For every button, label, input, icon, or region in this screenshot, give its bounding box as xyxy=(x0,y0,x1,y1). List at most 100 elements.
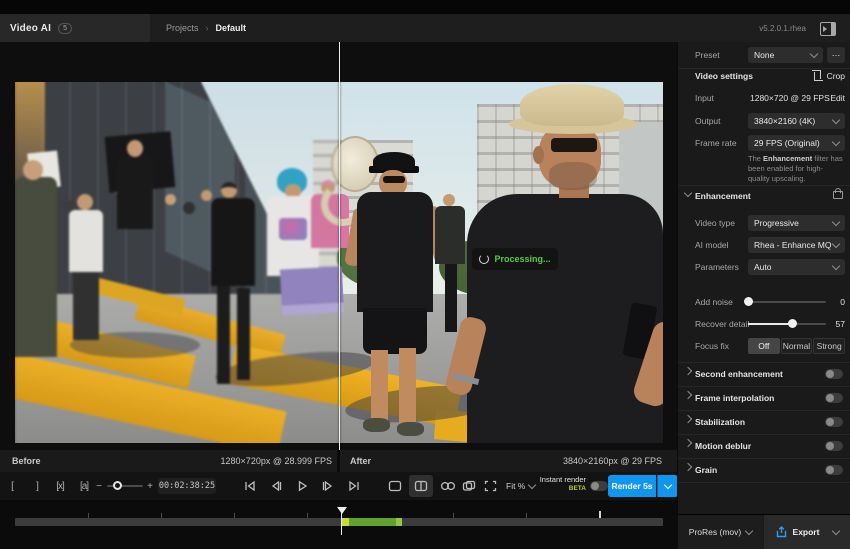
video-type-row: Video type Progressive xyxy=(678,214,850,232)
step-back-icon[interactable] xyxy=(269,479,283,493)
playhead-handle[interactable] xyxy=(337,507,347,514)
window-top-strip xyxy=(0,0,850,14)
recover-detail-row: Recover detail 57 xyxy=(678,315,850,333)
skip-end-icon[interactable] xyxy=(347,479,361,493)
panel-toggle-icon[interactable] xyxy=(820,22,836,36)
grain-toggle[interactable] xyxy=(825,465,843,475)
stabilization-toggle[interactable] xyxy=(825,417,843,427)
playhead-line xyxy=(341,507,342,535)
chevron-down-icon xyxy=(664,480,672,488)
render-button[interactable]: Render 5s xyxy=(608,475,656,497)
before-after-divider[interactable] xyxy=(339,42,340,450)
trim-reset-button[interactable]: [x] xyxy=(50,472,70,500)
frame-rate-dropdown[interactable]: 29 FPS (Original) xyxy=(748,135,845,151)
chevron-down-icon xyxy=(810,50,818,58)
timeline-track[interactable] xyxy=(15,518,663,526)
section-stabilization[interactable]: Stabilization xyxy=(678,413,850,431)
ai-model-dropdown[interactable]: Rhea - Enhance MQ xyxy=(748,237,845,253)
recover-detail-knob[interactable] xyxy=(788,319,797,328)
zoom-in-button[interactable]: + xyxy=(144,472,156,500)
input-row: Input 1280×720 @ 29 FPS Edit xyxy=(678,89,850,107)
single-view-icon[interactable] xyxy=(388,480,402,492)
output-dropdown[interactable]: 3840×2160 (4K) xyxy=(748,113,845,129)
app-brand[interactable]: Video AI 5 xyxy=(0,14,150,42)
fullscreen-icon[interactable] xyxy=(484,480,497,492)
preset-more-button[interactable]: ⋯ xyxy=(827,47,845,63)
chevron-down-icon xyxy=(832,218,840,226)
focus-fix-segment: Off Normal Strong xyxy=(748,338,845,354)
focus-fix-row: Focus fix Off Normal Strong xyxy=(678,337,850,355)
focus-fix-normal[interactable]: Normal xyxy=(781,338,813,354)
section-grain[interactable]: Grain xyxy=(678,461,850,479)
parameters-row: Parameters Auto xyxy=(678,258,850,276)
infobar-divider xyxy=(337,450,340,472)
before-label: Before xyxy=(12,450,41,472)
crop-button[interactable]: Crop xyxy=(814,67,845,85)
breadcrumb-projects[interactable]: Projects xyxy=(166,23,199,33)
step-forward-icon[interactable] xyxy=(321,479,335,493)
parameters-dropdown[interactable]: Auto xyxy=(748,259,845,275)
zoom-slider-knob[interactable] xyxy=(113,481,122,490)
focus-fix-off[interactable]: Off xyxy=(748,338,780,354)
motion-deblur-toggle[interactable] xyxy=(825,441,843,451)
before-region xyxy=(15,82,339,443)
export-button[interactable]: Export xyxy=(764,515,850,549)
lock-icon[interactable] xyxy=(833,191,843,199)
chevron-down-icon xyxy=(528,480,536,488)
loop-button[interactable]: [a] xyxy=(74,472,94,500)
frame-rate-row: Frame rate 29 FPS (Original) xyxy=(678,134,850,152)
before-resolution: 1280×720px @ 28.999 FPS xyxy=(160,450,332,472)
chevron-down-icon xyxy=(832,116,840,124)
fit-zoom-dropdown[interactable]: Fit % xyxy=(506,472,535,500)
export-format-dropdown[interactable]: ProRes (mov) xyxy=(678,515,763,549)
preset-dropdown[interactable]: None xyxy=(748,47,823,63)
split-view-button[interactable] xyxy=(409,475,433,497)
beta-badge: BETA xyxy=(538,485,586,493)
preset-row: Preset None ⋯ xyxy=(678,46,850,64)
ai-model-row: AI model Rhea - Enhance MQ xyxy=(678,236,850,254)
add-noise-slider[interactable] xyxy=(748,301,826,303)
preview-area: Processing... Before 1280×720px @ 28.999… xyxy=(0,42,677,549)
export-icon xyxy=(776,526,787,538)
chevron-down-icon xyxy=(832,240,840,248)
compare-view-icon[interactable] xyxy=(462,480,476,492)
trim-out-button[interactable]: ] xyxy=(29,472,45,500)
render-options-button[interactable] xyxy=(657,475,678,497)
breadcrumb: Projects › Default xyxy=(166,14,246,42)
video-viewer: Processing... xyxy=(0,42,677,450)
breadcrumb-current: Default xyxy=(216,23,247,33)
recover-detail-value: 57 xyxy=(836,315,845,333)
zoom-out-button[interactable]: − xyxy=(93,472,105,500)
chevron-right-icon xyxy=(684,391,692,399)
timeline-marker xyxy=(599,511,601,518)
output-row: Output 3840×2160 (4K) xyxy=(678,112,850,130)
side-by-side-view-icon[interactable] xyxy=(440,480,456,492)
chevron-down-icon xyxy=(832,526,840,534)
enhancement-note: The Enhancement filter has been enabled … xyxy=(748,154,844,184)
frame-interpolation-toggle[interactable] xyxy=(825,393,843,403)
app-title: Video AI xyxy=(10,23,51,34)
instant-render-toggle[interactable] xyxy=(590,481,608,491)
add-noise-row: Add noise 0 xyxy=(678,293,850,311)
instant-render-label: Instant render BETA xyxy=(538,475,586,497)
section-motion-deblur[interactable]: Motion deblur xyxy=(678,437,850,455)
play-icon[interactable] xyxy=(295,479,309,493)
add-noise-knob[interactable] xyxy=(744,297,753,306)
crop-icon xyxy=(814,72,823,81)
video-type-dropdown[interactable]: Progressive xyxy=(748,215,845,231)
chevron-down-icon xyxy=(832,262,840,270)
second-enhancement-toggle[interactable] xyxy=(825,369,843,379)
trim-in-button[interactable]: [ xyxy=(4,472,20,500)
playback-controls: [ ] [x] [a] − + 00:02:38:25 Fit % Instan… xyxy=(0,472,677,500)
section-second-enhancement[interactable]: Second enhancement xyxy=(678,365,850,383)
chevron-right-icon xyxy=(684,463,692,471)
focus-fix-strong[interactable]: Strong xyxy=(813,338,845,354)
app-version-badge: 5 xyxy=(58,23,72,34)
skip-start-icon[interactable] xyxy=(243,479,257,493)
section-frame-interpolation[interactable]: Frame interpolation xyxy=(678,389,850,407)
edit-input-button[interactable]: Edit xyxy=(830,89,845,107)
timeline[interactable] xyxy=(0,500,677,549)
enhancement-header[interactable]: Enhancement xyxy=(678,187,850,205)
app-header: Video AI 5 Projects › Default v5.2.0.1.r… xyxy=(0,14,850,42)
processing-badge: Processing... xyxy=(472,248,558,270)
